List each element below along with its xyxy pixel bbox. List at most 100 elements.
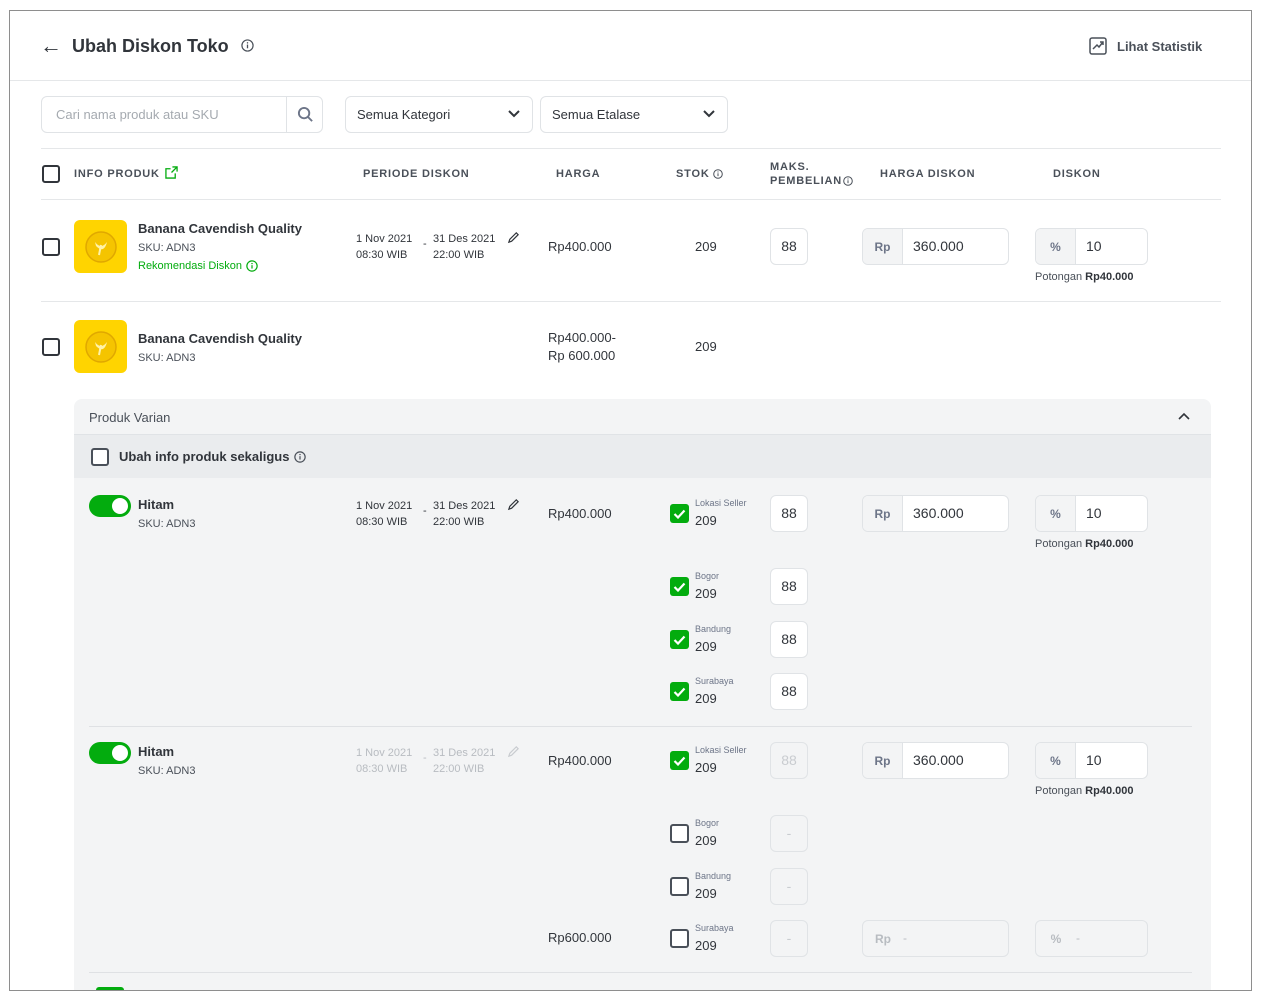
max-purchase-input[interactable]: -	[770, 815, 808, 852]
location-checkbox[interactable]	[670, 504, 689, 523]
location-stock: 209	[695, 886, 717, 901]
start-date: 1 Nov 2021 08:30 WIB	[356, 498, 412, 530]
potongan-value: Rp40.000	[1085, 538, 1134, 550]
banana-icon	[84, 330, 117, 363]
max-purchase-input[interactable]: -	[770, 920, 808, 957]
discount-percent-input[interactable]: % 10	[1035, 495, 1148, 532]
product-checkbox[interactable]	[42, 238, 60, 256]
divider	[41, 199, 1221, 200]
etalase-select-value: Semua Etalase	[552, 107, 641, 122]
max-purchase-input[interactable]: 88	[770, 228, 808, 265]
start-time-value: 08:30 WIB	[356, 763, 408, 775]
search-box	[41, 96, 323, 133]
end-date: 31 Des 2021 22:00 WIB	[433, 498, 495, 530]
variant-panel-title: Produk Varian	[89, 410, 171, 425]
max-purchase-input[interactable]: 88	[770, 742, 808, 779]
location-checkbox[interactable]	[670, 630, 689, 649]
discount-price-input[interactable]: Rp 360.000	[862, 228, 1009, 265]
location-checkbox[interactable]	[670, 751, 689, 770]
potongan-text: Potongan Rp40.000	[1035, 538, 1133, 550]
select-all-checkbox[interactable]	[42, 165, 60, 183]
discount-percent-value: 10	[1086, 238, 1102, 254]
discount-price-input[interactable]: Rp 360.000	[862, 495, 1009, 532]
start-time-value: 08:30 WIB	[356, 516, 408, 528]
discount-price-value: 360.000	[913, 752, 964, 768]
max-purchase-input[interactable]: 88	[770, 495, 808, 532]
discount-price-input[interactable]: Rp 360.000	[862, 742, 1009, 779]
date-separator: -	[423, 752, 427, 764]
location-checkbox[interactable]	[670, 682, 689, 701]
col-harga-diskon: HARGA DISKON	[880, 168, 976, 180]
variant-toggle[interactable]	[96, 987, 124, 990]
info-icon[interactable]	[241, 39, 254, 57]
start-date: 1 Nov 2021 08:30 WIB	[356, 231, 412, 263]
max-purchase-input[interactable]: 88	[770, 621, 808, 658]
external-link-icon[interactable]	[165, 166, 178, 179]
product-price: Rp400.000	[548, 239, 612, 254]
info-icon[interactable]	[843, 176, 853, 186]
pencil-icon[interactable]	[507, 231, 520, 244]
start-date-value: 1 Nov 2021	[356, 233, 413, 245]
product-checkbox[interactable]	[42, 338, 60, 356]
bulk-edit-checkbox[interactable]	[91, 448, 109, 466]
search-button[interactable]	[286, 97, 323, 132]
product-thumbnail	[74, 320, 127, 373]
potongan-text: Potongan Rp40.000	[1035, 271, 1133, 283]
location-stock: 209	[695, 513, 717, 528]
start-date-value: 1 Nov 2021	[356, 747, 413, 759]
discount-price-value: -	[903, 931, 907, 945]
location-stock: 209	[695, 760, 717, 775]
check-icon	[673, 582, 686, 592]
pencil-icon[interactable]	[507, 498, 520, 511]
end-date-value: 31 Des 2021	[433, 500, 496, 512]
check-icon	[673, 635, 686, 645]
lihat-statistik-link[interactable]: Lihat Statistik	[1089, 37, 1202, 55]
percent-prefix: %	[1036, 743, 1076, 778]
product-name[interactable]: Banana Cavendish Quality	[138, 221, 302, 236]
location-checkbox[interactable]	[670, 577, 689, 596]
search-input[interactable]	[42, 97, 286, 132]
chart-icon	[1089, 37, 1107, 55]
variant-toggle[interactable]	[89, 495, 131, 517]
back-arrow-icon[interactable]: ←	[40, 35, 62, 57]
location-stock: 209	[695, 586, 717, 601]
category-select[interactable]: Semua Kategori	[345, 96, 533, 133]
info-icon[interactable]	[294, 450, 307, 463]
divider	[41, 148, 1221, 149]
etalase-select[interactable]: Semua Etalase	[540, 96, 728, 133]
variant-panel	[74, 399, 1211, 990]
date-separator: -	[423, 238, 427, 250]
banana-icon	[84, 230, 117, 263]
bulk-edit-label: Ubah info produk sekaligus	[119, 449, 307, 464]
discount-price-input[interactable]: Rp -	[862, 920, 1009, 957]
category-select-value: Semua Kategori	[357, 107, 451, 122]
check-icon	[673, 687, 686, 697]
location-checkbox[interactable]	[670, 877, 689, 896]
info-icon[interactable]	[713, 169, 723, 179]
rekomendasi-diskon-label: Rekomendasi Diskon	[138, 260, 242, 272]
col-stok: STOK	[676, 168, 710, 180]
discount-percent-input[interactable]: % 10	[1035, 742, 1148, 779]
max-purchase-input[interactable]: 88	[770, 673, 808, 710]
location-checkbox[interactable]	[670, 824, 689, 843]
max-purchase-input[interactable]: -	[770, 868, 808, 905]
product-name[interactable]: Banana Cavendish Quality	[138, 331, 302, 346]
col-info-produk: INFO PRODUK	[74, 168, 160, 180]
location-label: Bandung	[695, 624, 732, 634]
currency-prefix: Rp	[875, 931, 891, 946]
max-purchase-input[interactable]: 88	[770, 568, 808, 605]
rekomendasi-diskon[interactable]: Rekomendasi Diskon	[138, 260, 258, 272]
end-date: 31 Des 2021 22:00 WIB	[433, 231, 495, 263]
location-checkbox[interactable]	[670, 929, 689, 948]
variant-toggle[interactable]	[89, 742, 131, 764]
chevron-up-icon[interactable]	[1178, 412, 1190, 420]
discount-percent-input[interactable]: % 10	[1035, 228, 1148, 265]
variant-name: Hitam	[138, 497, 175, 512]
currency-prefix: Rp	[863, 496, 903, 531]
potongan-value: Rp40.000	[1085, 785, 1134, 797]
location-label: Surabaya	[695, 923, 734, 933]
variant-sku: SKU: ADN3	[138, 765, 196, 777]
discount-percent-input[interactable]: % -	[1035, 920, 1148, 957]
percent-prefix: %	[1036, 229, 1076, 264]
variant-name: Hitam	[138, 744, 175, 759]
